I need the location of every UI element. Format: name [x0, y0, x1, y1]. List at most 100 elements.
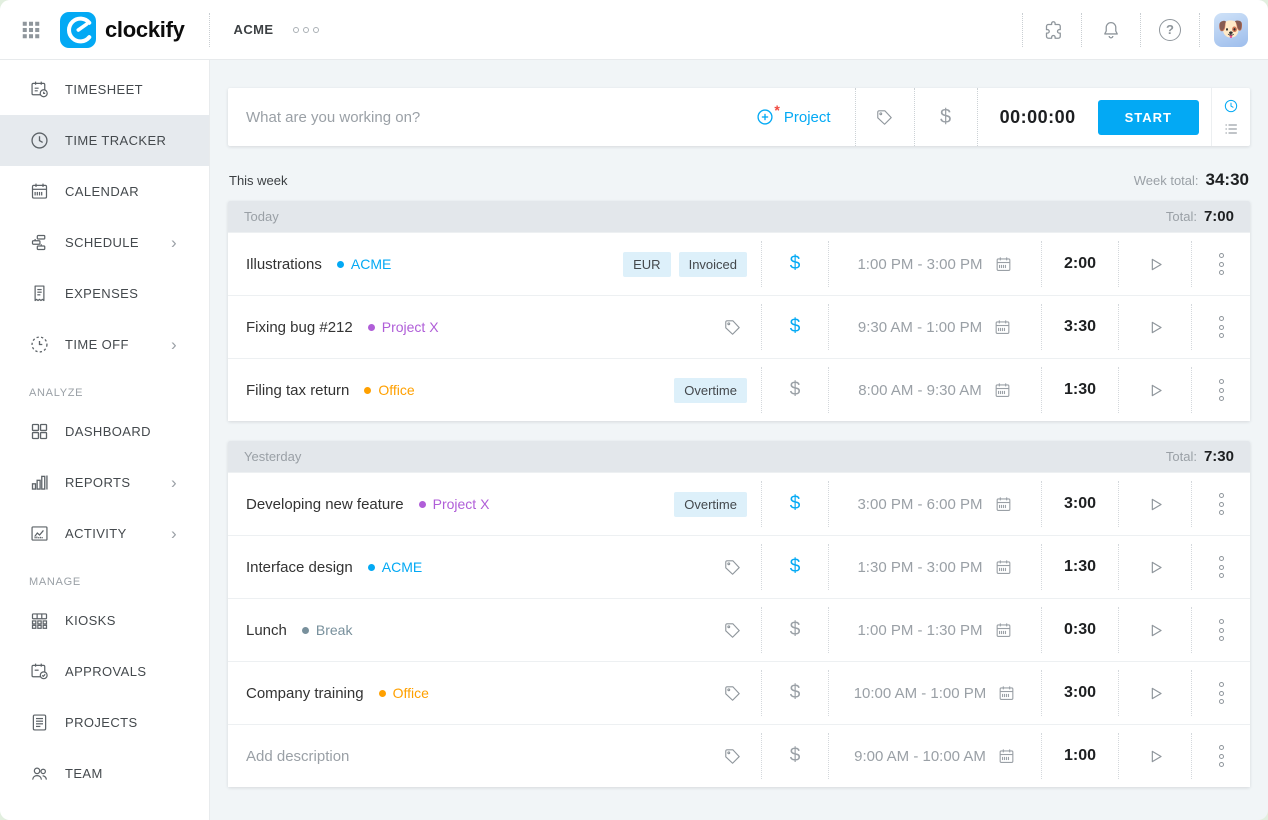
- time-range[interactable]: 8:00 AM - 9:30 AM: [858, 382, 981, 399]
- calendar-icon[interactable]: [994, 558, 1013, 577]
- billable-toggle[interactable]: $: [762, 662, 828, 724]
- continue-entry-button[interactable]: [1119, 599, 1191, 661]
- billable-toggle[interactable]: $: [762, 359, 828, 421]
- sidebar-item-approvals[interactable]: APPROVALS: [0, 646, 209, 697]
- billable-toggle[interactable]: $: [762, 536, 828, 598]
- billable-toggle[interactable]: $: [762, 725, 828, 787]
- continue-entry-button[interactable]: [1119, 725, 1191, 787]
- entry-project[interactable]: Break: [301, 622, 352, 638]
- description-input[interactable]: [228, 88, 731, 146]
- calendar-icon[interactable]: [994, 621, 1013, 640]
- sidebar-item-schedule[interactable]: SCHEDULE ›: [0, 217, 209, 268]
- continue-entry-button[interactable]: [1119, 296, 1191, 358]
- entry-project[interactable]: Project X: [367, 319, 439, 335]
- workspace-name[interactable]: ACME: [234, 22, 274, 37]
- sidebar-item-reports[interactable]: REPORTS ›: [0, 457, 209, 508]
- help-button[interactable]: ?: [1141, 18, 1199, 41]
- calendar-icon[interactable]: [997, 684, 1016, 703]
- tags-button[interactable]: [703, 536, 761, 598]
- time-range[interactable]: 1:00 PM - 1:30 PM: [857, 622, 982, 639]
- entry-description[interactable]: Developing new feature: [246, 496, 404, 513]
- timer-mode-icon[interactable]: [1223, 98, 1239, 114]
- tags-button[interactable]: [856, 88, 914, 146]
- billable-toggle[interactable]: $: [762, 599, 828, 661]
- continue-entry-button[interactable]: [1119, 359, 1191, 421]
- sidebar-item-kiosks[interactable]: KIOSKS: [0, 595, 209, 646]
- continue-entry-button[interactable]: [1119, 473, 1191, 535]
- entry-project[interactable]: ACME: [367, 559, 422, 575]
- entry-duration[interactable]: 3:30: [1042, 296, 1118, 358]
- help-icon: ?: [1159, 18, 1181, 41]
- entry-duration[interactable]: 2:00: [1042, 233, 1118, 295]
- entry-project[interactable]: Project X: [418, 496, 489, 512]
- calendar-icon[interactable]: [994, 495, 1013, 514]
- entry-description[interactable]: Filing tax return: [246, 382, 349, 399]
- sidebar-item-dashboard[interactable]: DASHBOARD: [0, 406, 209, 457]
- workspace-menu-dots[interactable]: [293, 26, 320, 33]
- entry-duration[interactable]: 1:30: [1042, 359, 1118, 421]
- calendar-icon[interactable]: [994, 255, 1013, 274]
- tags-button[interactable]: [703, 662, 761, 724]
- continue-entry-button[interactable]: [1119, 662, 1191, 724]
- clockify-logo[interactable]: clockify: [60, 12, 185, 48]
- entry-duration[interactable]: 3:00: [1042, 662, 1118, 724]
- sidebar-item-time-tracker[interactable]: TIME TRACKER: [0, 115, 209, 166]
- entry-duration[interactable]: 0:30: [1042, 599, 1118, 661]
- entry-duration[interactable]: 1:30: [1042, 536, 1118, 598]
- tracker-mode-switch: [1211, 88, 1250, 146]
- entry-duration[interactable]: 1:00: [1042, 725, 1118, 787]
- select-project-button[interactable]: * Project: [731, 88, 855, 146]
- entry-duration[interactable]: 3:00: [1042, 473, 1118, 535]
- entry-description[interactable]: Interface design: [246, 559, 353, 576]
- sidebar-item-expenses[interactable]: EXPENSES: [0, 268, 209, 319]
- entry-menu-button[interactable]: [1192, 296, 1250, 358]
- entry-project[interactable]: Office: [378, 685, 429, 701]
- entry-menu-button[interactable]: [1192, 662, 1250, 724]
- entry-project[interactable]: ACME: [336, 256, 391, 272]
- billable-toggle[interactable]: $: [762, 233, 828, 295]
- time-range[interactable]: 9:30 AM - 1:00 PM: [858, 319, 982, 336]
- billable-toggle[interactable]: $: [762, 296, 828, 358]
- continue-entry-button[interactable]: [1119, 536, 1191, 598]
- entry-description-placeholder[interactable]: Add description: [246, 748, 349, 765]
- notifications-button[interactable]: [1082, 19, 1140, 41]
- start-button[interactable]: START: [1097, 99, 1199, 135]
- tags-button[interactable]: [703, 599, 761, 661]
- integrations-button[interactable]: [1023, 19, 1081, 41]
- manual-mode-icon[interactable]: [1223, 121, 1239, 137]
- entry-menu-button[interactable]: [1192, 536, 1250, 598]
- entry-menu-button[interactable]: [1192, 233, 1250, 295]
- time-range[interactable]: 3:00 PM - 6:00 PM: [857, 496, 982, 513]
- time-range[interactable]: 1:00 PM - 3:00 PM: [857, 256, 982, 273]
- continue-entry-button[interactable]: [1119, 233, 1191, 295]
- tags-button[interactable]: [703, 725, 761, 787]
- sidebar-item-timesheet[interactable]: TIMESHEET: [0, 64, 209, 115]
- entry-description[interactable]: Company training: [246, 685, 364, 702]
- entry-menu-button[interactable]: [1192, 599, 1250, 661]
- entry-menu-button[interactable]: [1192, 359, 1250, 421]
- calendar-icon[interactable]: [993, 381, 1012, 400]
- sidebar-item-projects[interactable]: PROJECTS: [0, 697, 209, 748]
- sidebar-item-time-off[interactable]: TIME OFF ›: [0, 319, 209, 370]
- user-avatar[interactable]: 🐶: [1214, 12, 1248, 47]
- time-range[interactable]: 1:30 PM - 3:00 PM: [857, 559, 982, 576]
- calendar-icon[interactable]: [993, 318, 1012, 337]
- apps-grid-icon[interactable]: [20, 19, 42, 41]
- time-range-cell: 10:00 AM - 1:00 PM: [829, 662, 1041, 724]
- entry-description[interactable]: Lunch: [246, 622, 287, 639]
- billable-toggle[interactable]: $: [762, 473, 828, 535]
- entry-menu-button[interactable]: [1192, 473, 1250, 535]
- time-range[interactable]: 9:00 AM - 10:00 AM: [854, 748, 986, 765]
- billable-button[interactable]: $: [915, 88, 977, 146]
- time-range[interactable]: 10:00 AM - 1:00 PM: [854, 685, 987, 702]
- sidebar-item-activity[interactable]: ACTIVITY ›: [0, 508, 209, 559]
- sidebar-item-team[interactable]: TEAM: [0, 748, 209, 799]
- entry-description[interactable]: Illustrations: [246, 256, 322, 273]
- tags-button[interactable]: [703, 296, 761, 358]
- puzzle-icon: [1041, 19, 1063, 41]
- entry-menu-button[interactable]: [1192, 725, 1250, 787]
- sidebar-item-calendar[interactable]: CALENDAR: [0, 166, 209, 217]
- entry-description[interactable]: Fixing bug #212: [246, 319, 353, 336]
- entry-project[interactable]: Office: [364, 382, 415, 398]
- calendar-icon[interactable]: [997, 747, 1016, 766]
